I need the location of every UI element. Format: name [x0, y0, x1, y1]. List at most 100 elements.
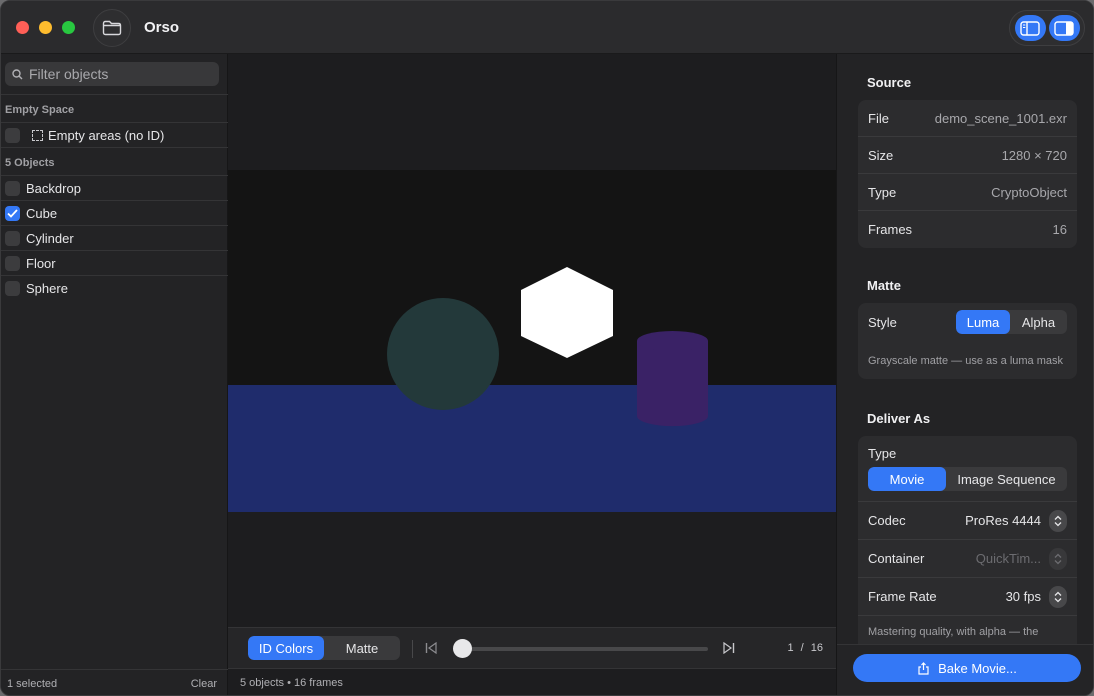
cylinder-checkbox[interactable] — [5, 230, 20, 246]
frame-separator: / — [800, 642, 804, 654]
source-row-file: File demo_scene_1001.exr — [858, 100, 1077, 137]
export-icon — [918, 661, 929, 675]
empty-areas-label: Empty areas (no ID) — [48, 127, 165, 143]
floor-object[interactable] — [228, 385, 836, 512]
container-label: Container — [868, 551, 925, 566]
chevron-up-down-icon — [1049, 585, 1067, 608]
chevron-up-down-icon — [1049, 547, 1067, 570]
deliver-section-title: Deliver As — [867, 411, 931, 426]
selection-count: 1 selected — [7, 677, 58, 690]
object-label: Sphere — [26, 280, 68, 296]
list-item-floor[interactable]: Floor — [1, 250, 228, 275]
checkmark-icon — [7, 208, 18, 218]
matte-mode-button[interactable]: Matte — [324, 636, 400, 660]
codec-value: ProRes 4444 — [965, 513, 1041, 528]
source-row-frames: Frames 16 — [858, 211, 1077, 248]
sphere-object[interactable] — [387, 298, 499, 410]
scene-canvas[interactable] — [228, 54, 836, 627]
matte-note: Grayscale matte — use as a luma mask — [868, 355, 1064, 367]
app-title: Orso — [144, 19, 180, 36]
id-colors-mode-button[interactable]: ID Colors — [248, 636, 324, 660]
zoom-window-button[interactable] — [62, 21, 75, 34]
open-folder-button[interactable] — [93, 9, 131, 47]
clear-selection-button[interactable]: Clear — [191, 678, 217, 690]
image-viewer: ID Colors Matte 1 / 16 5 objects • 16 fr… — [228, 54, 836, 695]
matte-style-segmented: Luma Alpha — [956, 310, 1067, 334]
source-key: Size — [868, 147, 894, 163]
cylinder-object[interactable] — [637, 331, 708, 427]
toolbar-divider — [412, 640, 413, 658]
source-value: demo_scene_1001.exr — [934, 110, 1067, 126]
luma-button[interactable]: Luma — [956, 310, 1010, 334]
source-card: File demo_scene_1001.exr Size 1280 × 720… — [858, 100, 1077, 248]
codec-select[interactable]: ProRes 4444 — [965, 509, 1067, 532]
image-sequence-button[interactable]: Image Sequence — [946, 467, 1067, 491]
empty-areas-checkbox[interactable] — [5, 127, 20, 143]
container-select[interactable]: QuickTim... — [975, 547, 1067, 570]
viewer-toolbar: ID Colors Matte 1 / 16 — [228, 627, 836, 669]
timeline-track[interactable] — [453, 647, 708, 651]
step-back-icon[interactable] — [425, 642, 438, 654]
minimize-window-button[interactable] — [39, 21, 52, 34]
bake-movie-button[interactable]: Bake Movie... — [853, 654, 1081, 682]
codec-row: Codec ProRes 4444 — [858, 502, 1077, 540]
sidebar-right-icon — [1054, 20, 1074, 36]
inspector-panel: Source File demo_scene_1001.exr Size 128… — [836, 54, 1093, 695]
codec-label: Codec — [868, 513, 906, 528]
viewer-footer: 5 objects • 16 frames — [240, 677, 343, 689]
matte-card: Style Luma Alpha Grayscale matte — use a… — [858, 303, 1077, 379]
source-row-type: Type CryptoObject — [858, 174, 1077, 211]
bake-movie-label: Bake Movie... — [938, 660, 1017, 676]
app-window: Orso Filter objects Empty Space Empty ar… — [0, 0, 1094, 696]
container-value: QuickTim... — [975, 551, 1041, 566]
list-item-sphere[interactable]: Sphere — [1, 275, 228, 300]
source-key: Frames — [868, 222, 913, 237]
source-section-title: Source — [867, 75, 912, 90]
movie-button[interactable]: Movie — [868, 467, 946, 491]
frame-rate-select[interactable]: 30 fps — [1005, 585, 1067, 608]
search-icon — [12, 68, 23, 79]
filter-objects-input[interactable] — [29, 66, 209, 82]
list-item-cube[interactable]: Cube — [1, 200, 228, 225]
dashed-selection-icon — [32, 129, 43, 141]
source-value: 1280 × 720 — [1001, 147, 1067, 163]
cube-checkbox[interactable] — [5, 205, 20, 221]
toggle-left-sidebar-button[interactable] — [1014, 15, 1046, 41]
sidebar-left-icon — [1020, 20, 1040, 36]
alpha-button[interactable]: Alpha — [1010, 310, 1067, 334]
frame-rate-value: 30 fps — [1005, 589, 1041, 604]
sidebar-footer: 1 selected Clear — [1, 669, 228, 695]
deliver-card: Type Movie Image Sequence Codec ProRes 4… — [858, 436, 1077, 644]
toggle-right-inspector-button[interactable] — [1048, 15, 1080, 41]
deliver-type-segmented: Movie Image Sequence — [868, 467, 1067, 491]
title-bar: Orso — [1, 1, 1093, 54]
backdrop-object[interactable] — [228, 170, 836, 386]
deliver-type-label: Type — [868, 446, 897, 461]
source-value: 16 — [1052, 222, 1067, 237]
list-item-cylinder[interactable]: Cylinder — [1, 225, 228, 250]
list-item-backdrop[interactable]: Backdrop — [1, 175, 228, 200]
object-label: Cylinder — [26, 230, 74, 246]
bake-bar: Bake Movie... — [837, 644, 1093, 695]
matte-style-row: Style Luma Alpha — [858, 303, 1077, 341]
panel-toggle-group — [1009, 10, 1085, 46]
timeline-playhead[interactable] — [453, 639, 472, 658]
close-window-button[interactable] — [16, 21, 29, 34]
total-frames: 16 — [810, 642, 823, 654]
list-item-empty-areas[interactable]: Empty areas (no ID) — [1, 122, 228, 147]
sphere-checkbox[interactable] — [5, 280, 20, 296]
backdrop-checkbox[interactable] — [5, 180, 20, 196]
source-row-size: Size 1280 × 720 — [858, 137, 1077, 174]
frame-rate-label: Frame Rate — [868, 589, 937, 604]
current-frame: 1 — [787, 642, 794, 654]
frame-rate-row: Frame Rate 30 fps — [858, 578, 1077, 616]
matte-style-label: Style — [868, 314, 897, 330]
source-key: File — [868, 110, 889, 126]
source-value: CryptoObject — [991, 184, 1067, 200]
object-label: Floor — [26, 255, 56, 271]
floor-checkbox[interactable] — [5, 255, 20, 271]
object-label: Cube — [26, 205, 58, 221]
step-forward-icon[interactable] — [722, 642, 735, 654]
source-key: Type — [868, 184, 897, 200]
view-mode-segmented: ID Colors Matte — [248, 636, 400, 660]
